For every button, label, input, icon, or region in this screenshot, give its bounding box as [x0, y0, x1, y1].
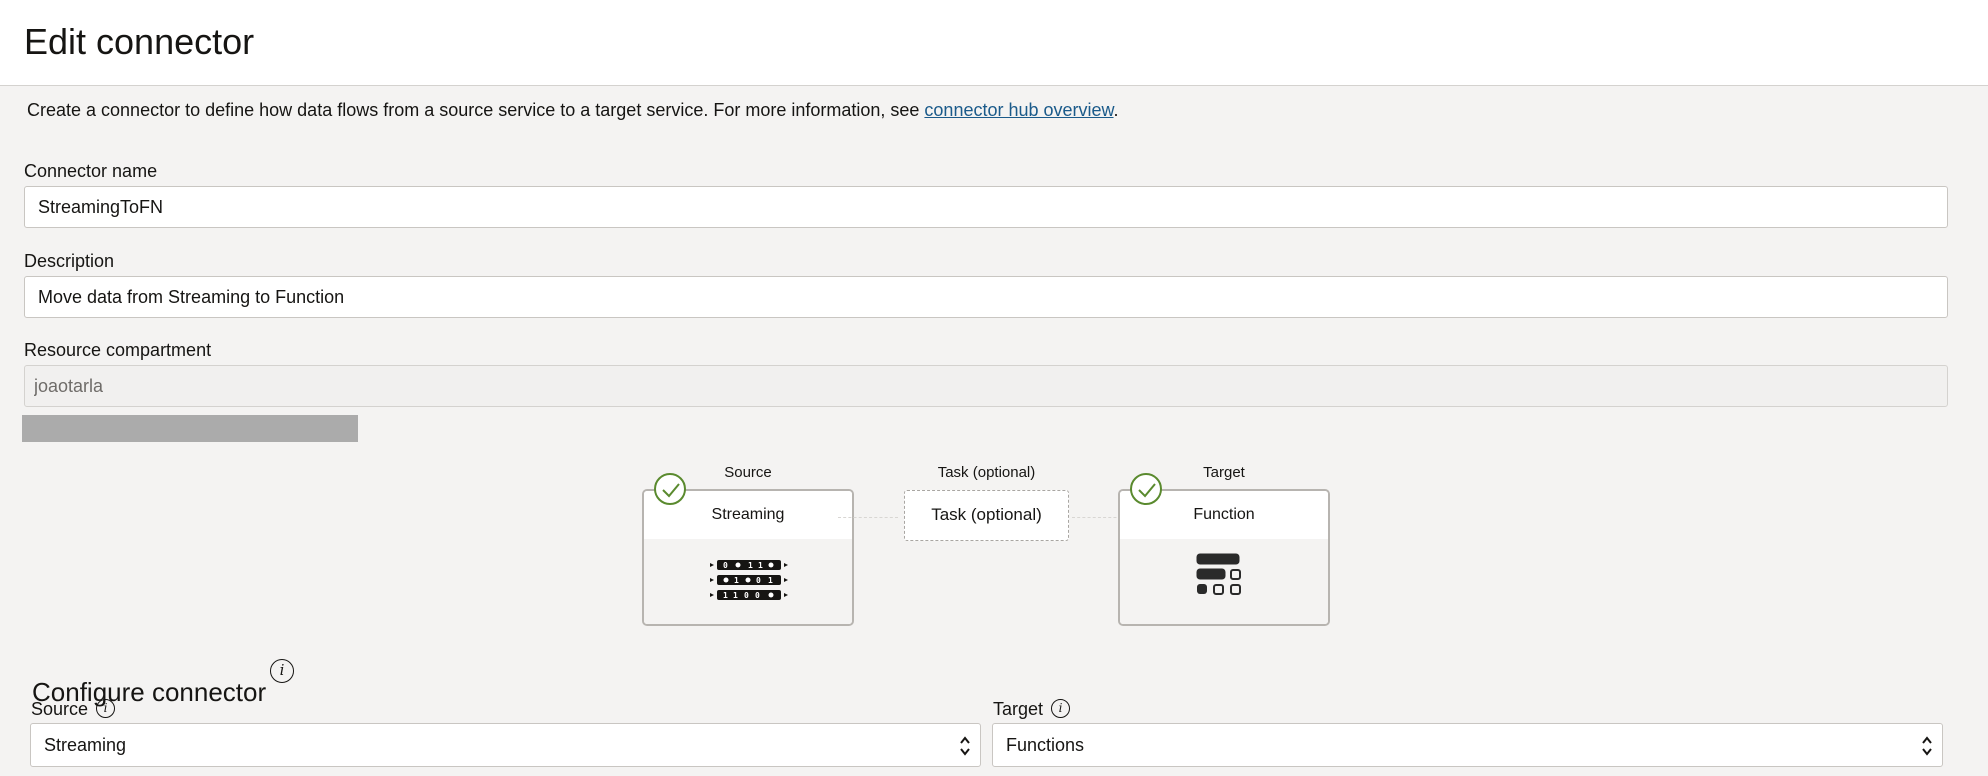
svg-text:0: 0 [744, 591, 749, 600]
target-node[interactable]: Function [1118, 489, 1330, 626]
target-complete-check-icon [1130, 473, 1162, 505]
source-select-value: Streaming [44, 735, 127, 755]
svg-text:1: 1 [748, 561, 753, 570]
compartment-input [24, 365, 1948, 407]
compartment-label: Resource compartment [24, 340, 212, 360]
source-select-label: Source [31, 699, 89, 719]
svg-text:0: 0 [723, 561, 728, 570]
target-info-icon[interactable]: i [1051, 699, 1070, 718]
connector-name-label: Connector name [24, 161, 158, 181]
intro-description: Create a connector to define how data fl… [27, 100, 925, 120]
target-select[interactable]: Functions [992, 723, 1943, 767]
page-title: Edit connector [24, 21, 255, 62]
target-select-label: Target [993, 699, 1044, 719]
source-info-icon[interactable]: i [96, 699, 115, 718]
svg-text:0: 0 [756, 576, 761, 585]
target-select-value: Functions [1006, 735, 1085, 755]
svg-text:1: 1 [768, 576, 773, 585]
source-node-body: 011 101 1100 [644, 539, 852, 624]
intro-suffix: . [1113, 100, 1119, 120]
task-node[interactable]: Task (optional) [904, 490, 1069, 541]
configure-info-icon[interactable]: i [270, 659, 294, 683]
svg-text:1: 1 [758, 561, 763, 570]
svg-text:1: 1 [734, 576, 739, 585]
target-node-body [1120, 539, 1328, 624]
page-header: Edit connector [0, 0, 1988, 86]
description-input[interactable] [24, 276, 1948, 318]
svg-text:1: 1 [723, 591, 728, 600]
target-select-chevron-icon [1922, 736, 1932, 756]
intro-text: Create a connector to define how data fl… [27, 98, 1119, 122]
connector-hub-overview-link[interactable]: connector hub overview [924, 100, 1113, 120]
redacted-block [22, 415, 358, 442]
source-task-connector [838, 517, 898, 518]
svg-text:1: 1 [733, 591, 738, 600]
function-icon [1196, 553, 1241, 595]
connector-name-input[interactable] [24, 186, 1948, 228]
source-complete-check-icon [654, 473, 686, 505]
description-label: Description [24, 251, 115, 271]
source-select[interactable]: Streaming [30, 723, 981, 767]
source-node[interactable]: Streaming 011 101 1100 [642, 489, 854, 626]
svg-text:0: 0 [755, 591, 760, 600]
task-caption: Task (optional) [937, 464, 1036, 481]
stream-icon: 011 101 1100 [710, 560, 788, 600]
source-select-chevron-icon [960, 736, 970, 756]
